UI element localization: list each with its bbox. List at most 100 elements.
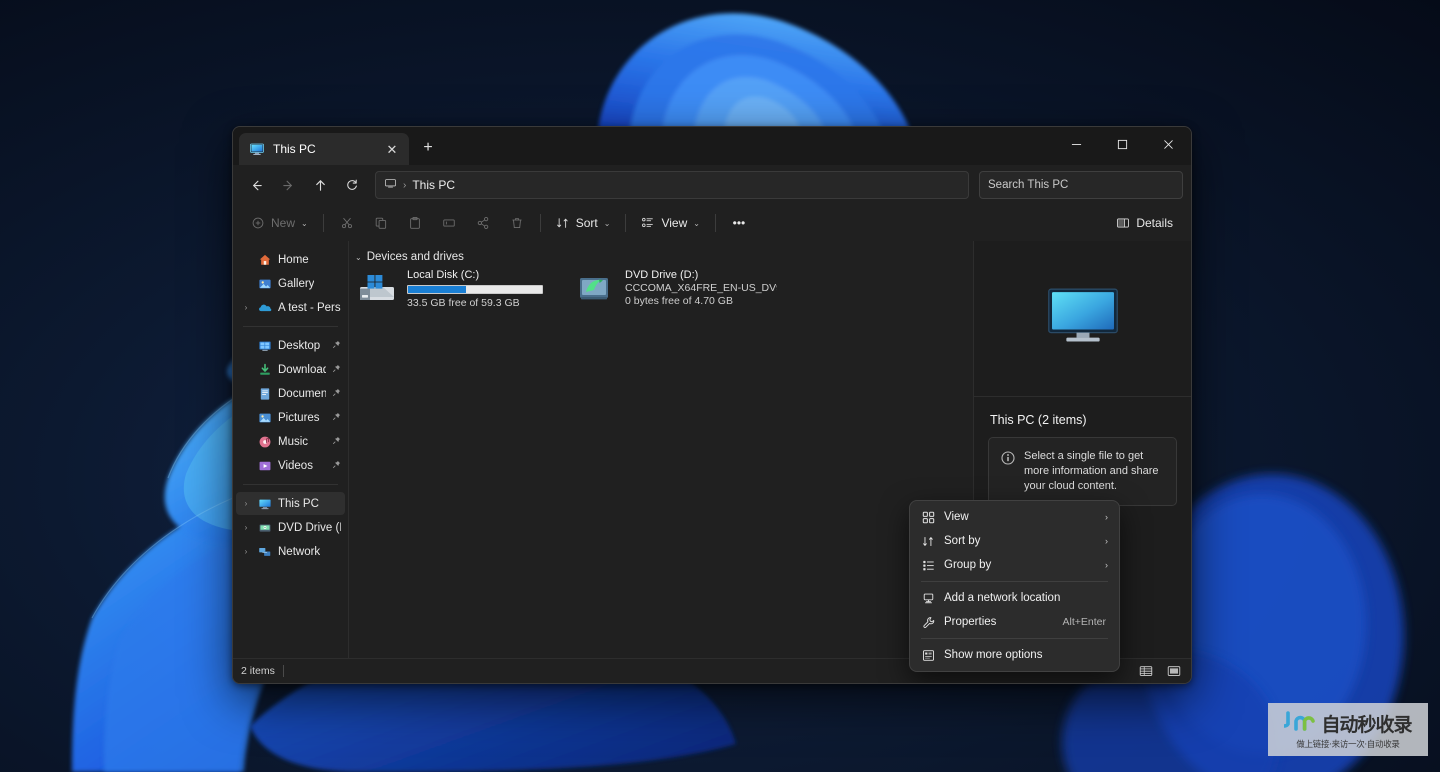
address-bar: › This PC Search This PC (233, 165, 1191, 205)
context-menu-item-sort-by[interactable]: Sort by › (913, 529, 1116, 553)
status-separator (282, 665, 284, 677)
tab-close-button[interactable]: ✕ (381, 138, 403, 160)
breadcrumb[interactable]: › This PC (375, 171, 969, 199)
sidebar-item-music[interactable]: Music (236, 430, 345, 453)
status-item-count: 2 items (241, 665, 275, 677)
network-icon (258, 545, 272, 559)
sidebar-item-pictures[interactable]: Pictures (236, 406, 345, 429)
close-button[interactable] (1145, 127, 1191, 161)
this-pc-icon (249, 141, 265, 157)
context-menu-item-show-more-options[interactable]: Show more options (913, 643, 1116, 667)
rename-button[interactable] (433, 209, 465, 237)
sidebar-label: This PC (278, 497, 319, 510)
submenu-arrow-icon: › (1105, 512, 1108, 522)
chevron-right-icon[interactable]: › (240, 303, 252, 312)
sidebar-divider-2 (243, 484, 338, 485)
pin-icon[interactable] (332, 436, 341, 447)
sidebar-item-this-pc[interactable]: › This PC (236, 492, 345, 515)
downloads-icon (258, 363, 272, 377)
chevron-down-icon[interactable]: ⌄ (355, 253, 362, 262)
context-menu-item-properties[interactable]: Properties Alt+Enter (913, 610, 1116, 634)
chevron-right-icon[interactable]: › (240, 499, 252, 508)
view-button-label: View (661, 216, 688, 230)
breadcrumb-current[interactable]: This PC (412, 178, 455, 192)
context-menu-label: Properties (944, 616, 997, 628)
paste-button[interactable] (399, 209, 431, 237)
sidebar-item-network[interactable]: › Network (236, 540, 345, 563)
command-bar: New ⌄ Sort ⌄ View ⌄ ••• Details (233, 205, 1191, 241)
command-separator-2 (539, 214, 541, 232)
context-menu-item-group-by[interactable]: Group by › (913, 553, 1116, 577)
drive-free-space: 0 bytes free of 4.70 GB (625, 295, 733, 307)
details-pane-title: This PC (2 items) (990, 413, 1087, 427)
properties-wrench-icon (921, 615, 935, 629)
pin-icon[interactable] (332, 460, 341, 471)
dvd-drive-icon (258, 521, 272, 535)
group-icon (921, 558, 935, 572)
pin-icon[interactable] (332, 364, 341, 375)
videos-icon (258, 459, 272, 473)
tab-strip: This PC ✕ + (233, 127, 443, 165)
context-menu-label: Group by (944, 559, 992, 571)
copy-button[interactable] (365, 209, 397, 237)
cut-button[interactable] (331, 209, 363, 237)
maximize-button[interactable] (1099, 127, 1145, 161)
more-options-button[interactable]: ••• (723, 209, 755, 237)
delete-button[interactable] (501, 209, 533, 237)
view-button[interactable]: View ⌄ (633, 209, 708, 237)
details-pane-button[interactable]: Details (1108, 209, 1181, 237)
desktop: This PC ✕ + › This PC Search This PC New… (0, 0, 1440, 772)
sidebar-item-desktop[interactable]: Desktop (236, 334, 345, 357)
forward-button[interactable] (273, 170, 303, 200)
pin-icon[interactable] (332, 412, 341, 423)
details-info-text: Select a single file to get more informa… (1024, 450, 1159, 492)
file-explorer-window: This PC ✕ + › This PC Search This PC New… (232, 126, 1192, 684)
details-view-button[interactable] (1137, 663, 1155, 679)
sort-button[interactable]: Sort ⌄ (548, 209, 619, 237)
watermark-title: 自动秒收录 (1321, 713, 1412, 736)
drive-item-dvd-drive-d[interactable]: DVD Drive (D:) CCCOMA_X64FRE_EN-US_DV9 0… (577, 269, 777, 310)
chevron-right-icon[interactable]: › (240, 547, 252, 556)
sidebar-item-onedrive[interactable]: › A test - Personal (236, 296, 345, 319)
sidebar-item-documents[interactable]: Documents (236, 382, 345, 405)
content-pane[interactable]: ⌄ Devices and drives Local Disk (C:) 33.… (349, 241, 973, 658)
drive-name: Local Disk (C:) (407, 269, 480, 281)
gallery-icon (258, 277, 272, 291)
large-icons-view-button[interactable] (1165, 663, 1183, 679)
sidebar-label: A test - Personal (278, 301, 341, 314)
drive-volume-label: CCCOMA_X64FRE_EN-US_DV9 (625, 282, 777, 294)
context-menu-accelerator: Alt+Enter (1062, 616, 1106, 628)
sidebar-item-dvd-drive[interactable]: › DVD Drive (D:) CCC (236, 516, 345, 539)
sidebar-item-gallery[interactable]: Gallery (236, 272, 345, 295)
command-separator (322, 214, 324, 232)
new-button-label: New (271, 216, 296, 230)
share-button[interactable] (467, 209, 499, 237)
sidebar-label: Home (278, 253, 309, 266)
context-menu-item-view[interactable]: View › (913, 505, 1116, 529)
pin-icon[interactable] (332, 388, 341, 399)
refresh-button[interactable] (337, 170, 367, 200)
new-button[interactable]: New ⌄ (243, 209, 316, 237)
sidebar-item-home[interactable]: Home (236, 248, 345, 271)
search-input[interactable]: Search This PC (979, 171, 1183, 199)
show-more-options-icon (921, 648, 935, 662)
context-menu-separator (921, 581, 1108, 582)
chevron-right-icon[interactable]: › (240, 523, 252, 532)
tab-this-pc[interactable]: This PC ✕ (239, 133, 409, 165)
navigation-pane: Home Gallery › A test - Personal (233, 241, 349, 658)
drive-item-local-disk-c[interactable]: Local Disk (C:) 33.5 GB free of 59.3 GB (359, 269, 559, 310)
watermark-title-row: 自动秒收录 (1280, 710, 1413, 737)
search-placeholder: Search This PC (988, 179, 1069, 191)
drive-info: DVD Drive (D:) CCCOMA_X64FRE_EN-US_DV9 0… (625, 269, 777, 310)
sidebar-item-videos[interactable]: Videos (236, 454, 345, 477)
sidebar-item-downloads[interactable]: Downloads (236, 358, 345, 381)
onedrive-icon (258, 301, 272, 315)
context-menu-item-add-network-location[interactable]: Add a network location (913, 586, 1116, 610)
minimize-button[interactable] (1053, 127, 1099, 161)
devices-and-drives-group-header[interactable]: ⌄ Devices and drives (349, 241, 973, 269)
up-button[interactable] (305, 170, 335, 200)
back-button[interactable] (241, 170, 271, 200)
new-tab-button[interactable]: + (413, 133, 443, 163)
pin-icon[interactable] (332, 340, 341, 351)
preview-area (974, 241, 1191, 397)
